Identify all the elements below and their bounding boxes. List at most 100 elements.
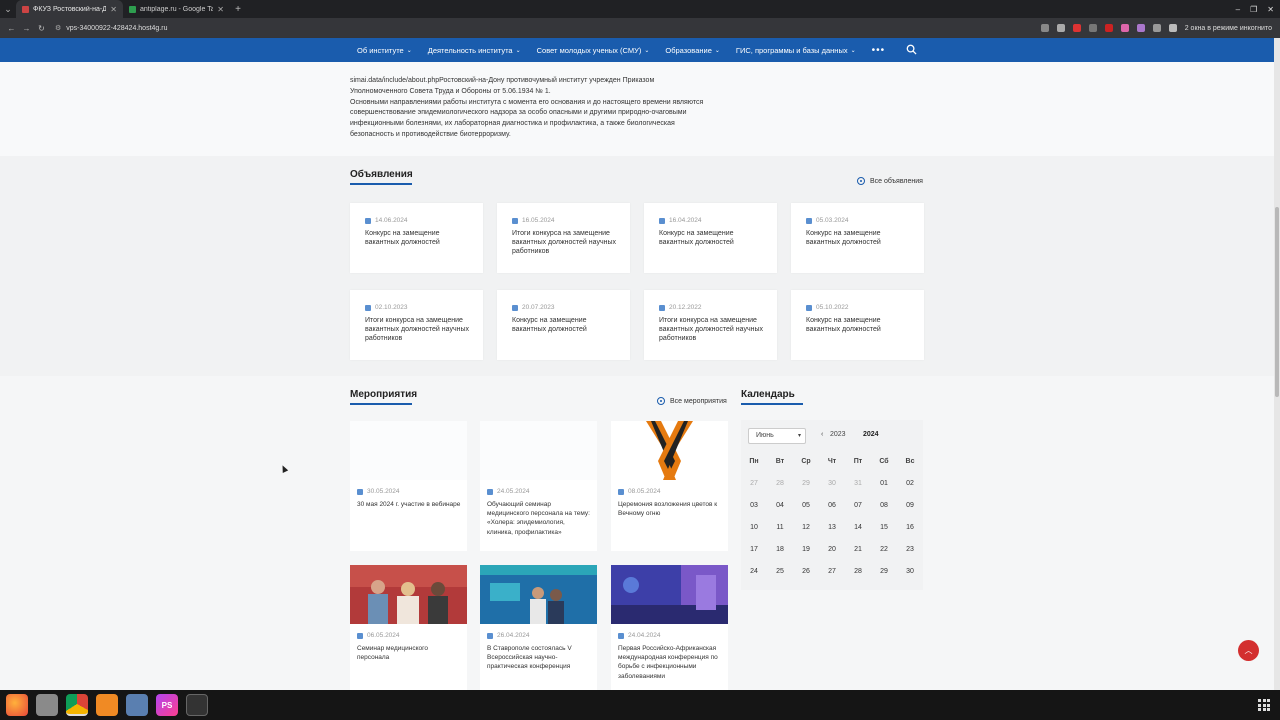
calendar-day[interactable]: 20 — [822, 546, 842, 553]
calendar-day[interactable]: 18 — [770, 546, 790, 553]
chrome-icon[interactable] — [66, 694, 88, 716]
announcement-card[interactable]: 14.06.2024 Конкурс на замещение вакантны… — [350, 203, 483, 273]
calendar-day[interactable]: 22 — [874, 546, 894, 553]
calendar-day[interactable]: 17 — [744, 546, 764, 553]
announcement-card[interactable]: 20.07.2023 Конкурс на замещение вакантны… — [497, 290, 630, 360]
extension-icon[interactable] — [1136, 24, 1145, 32]
event-title[interactable]: Церемония возложения цветов к Вечному ог… — [618, 500, 722, 518]
calendar-day[interactable]: 04 — [770, 502, 790, 509]
announcement-card[interactable]: 05.03.2024 Конкурс на замещение вакантны… — [791, 203, 924, 273]
event-image[interactable] — [350, 421, 467, 480]
event-image[interactable] — [480, 421, 597, 480]
event-card[interactable]: 24.04.2024 Первая Российско-Африканская … — [611, 565, 728, 690]
event-image[interactable] — [611, 421, 728, 480]
announcement-title[interactable]: Итоги конкурса на замещение вакантных до… — [659, 317, 767, 343]
calendar-day[interactable]: 26 — [796, 568, 816, 575]
calendar-day[interactable]: 19 — [796, 546, 816, 553]
incognito-indicator[interactable]: 2 окна в режиме инкогнито — [1185, 25, 1272, 32]
calendar-day[interactable]: 07 — [848, 502, 868, 509]
calendar-day[interactable]: 30 — [900, 568, 920, 575]
calendar-day[interactable]: 27 — [822, 568, 842, 575]
app-grid-icon[interactable] — [1258, 699, 1270, 711]
event-title[interactable]: Семинар медицинского персонала — [357, 644, 461, 662]
calendar-day[interactable]: 16 — [900, 524, 920, 531]
calendar-day[interactable]: 25 — [770, 568, 790, 575]
browser-tab[interactable]: antiplage.ru - Google Tab ✕ — [123, 0, 230, 18]
calendar-day[interactable]: 12 — [796, 524, 816, 531]
announcement-title[interactable]: Конкурс на замещение вакантных должносте… — [512, 317, 620, 335]
month-select[interactable]: Июнь ▾ — [748, 428, 806, 444]
calendar-day[interactable]: 29 — [874, 568, 894, 575]
calendar-day[interactable]: 03 — [744, 502, 764, 509]
maximize-icon[interactable]: ❐ — [1250, 5, 1257, 14]
calendar-day[interactable]: 08 — [874, 502, 894, 509]
back-icon[interactable]: ← — [4, 24, 19, 33]
star-icon[interactable] — [1056, 24, 1065, 32]
forward-icon[interactable]: → — [19, 24, 34, 33]
calendar-day[interactable]: 28 — [848, 568, 868, 575]
calendar-day[interactable]: 30 — [822, 480, 842, 487]
event-card[interactable]: 30.05.2024 30 мая 2024 г. участие в веби… — [350, 421, 467, 551]
calendar-day[interactable]: 29 — [796, 480, 816, 487]
app-icon[interactable] — [126, 694, 148, 716]
files-icon[interactable] — [36, 694, 58, 716]
announcement-title[interactable]: Итоги конкурса на замещение вакантных до… — [512, 230, 620, 256]
minimize-icon[interactable]: – — [1236, 5, 1240, 14]
sublime-icon[interactable] — [96, 694, 118, 716]
calendar-day[interactable]: 02 — [900, 480, 920, 487]
reload-icon[interactable]: ↻ — [34, 24, 49, 33]
all-announcements-link[interactable]: Все объявления — [857, 177, 923, 185]
url-field[interactable]: ⚙ vps-34000922-428424.host4g.ru — [55, 24, 167, 33]
calendar-day[interactable]: 11 — [770, 524, 790, 531]
search-icon[interactable] — [906, 44, 917, 55]
site-info-icon[interactable]: ⚙ — [55, 24, 61, 32]
calendar-day[interactable]: 14 — [848, 524, 868, 531]
prev-year-link[interactable]: 2023 — [830, 431, 846, 438]
calendar-day[interactable]: 10 — [744, 524, 764, 531]
event-title[interactable]: Первая Российско-Африканская международн… — [618, 644, 722, 681]
calendar-day[interactable]: 01 — [874, 480, 894, 487]
announcement-title[interactable]: Конкурс на замещение вакантных должносте… — [365, 230, 473, 248]
announcement-title[interactable]: Конкурс на замещение вакантных должносте… — [659, 230, 767, 248]
announcement-title[interactable]: Итоги конкурса на замещение вакантных до… — [365, 317, 473, 343]
calendar-day[interactable]: 27 — [744, 480, 764, 487]
announcement-card[interactable]: 20.12.2022 Итоги конкурса на замещение в… — [644, 290, 777, 360]
nav-item-gis[interactable]: ГИС, программы и базы данных ⌄ — [736, 46, 856, 55]
announcement-card[interactable]: 16.05.2024 Итоги конкурса на замещение в… — [497, 203, 630, 273]
event-title[interactable]: В Ставрополе состоялась V Всероссийская … — [487, 644, 591, 672]
announcement-card[interactable]: 02.10.2023 Итоги конкурса на замещение в… — [350, 290, 483, 360]
terminal-icon[interactable] — [186, 694, 208, 716]
extension-icon[interactable] — [1120, 24, 1129, 32]
calendar-day[interactable]: 06 — [822, 502, 842, 509]
nav-item-about[interactable]: Об институте ⌄ — [357, 46, 412, 55]
event-image[interactable] — [350, 565, 467, 624]
nav-item-education[interactable]: Образование ⌄ — [665, 46, 720, 55]
eye-off-icon[interactable] — [1040, 24, 1049, 32]
extension-icon[interactable] — [1088, 24, 1097, 32]
calendar-day[interactable]: 28 — [770, 480, 790, 487]
event-card[interactable]: 06.05.2024 Семинар медицинского персонал… — [350, 565, 467, 690]
tab-list-icon[interactable]: ⌄ — [0, 0, 16, 18]
extension-icon[interactable] — [1104, 24, 1113, 32]
event-image[interactable] — [611, 565, 728, 624]
event-card[interactable]: 24.05.2024 Обучающий семинар медицинског… — [480, 421, 597, 551]
scrollbar-thumb[interactable] — [1275, 207, 1279, 397]
event-card[interactable]: 26.04.2024 В Ставрополе состоялась V Все… — [480, 565, 597, 690]
announcement-title[interactable]: Конкурс на замещение вакантных должносте… — [806, 230, 914, 248]
announcement-title[interactable]: Конкурс на замещение вакантных должносте… — [806, 317, 914, 335]
calendar-day[interactable]: 13 — [822, 524, 842, 531]
scroll-to-top-button[interactable]: ︿ — [1238, 640, 1259, 661]
phpstorm-icon[interactable]: PS — [156, 694, 178, 716]
new-tab-icon[interactable]: + — [230, 4, 246, 15]
browser-tab-active[interactable]: ФКУЗ Ростовский-на-Д ✕ — [16, 0, 123, 18]
event-image[interactable] — [480, 565, 597, 624]
calendar-day[interactable]: 24 — [744, 568, 764, 575]
all-events-link[interactable]: Все мероприятия — [657, 397, 727, 405]
event-title[interactable]: Обучающий семинар медицинского персонала… — [487, 500, 591, 537]
calendar-day[interactable]: 09 — [900, 502, 920, 509]
nav-item-activity[interactable]: Деятельность института ⌄ — [428, 46, 521, 55]
more-menu-icon[interactable]: ••• — [872, 45, 886, 56]
firefox-icon[interactable] — [6, 694, 28, 716]
calendar-day[interactable]: 05 — [796, 502, 816, 509]
calendar-day[interactable]: 15 — [874, 524, 894, 531]
